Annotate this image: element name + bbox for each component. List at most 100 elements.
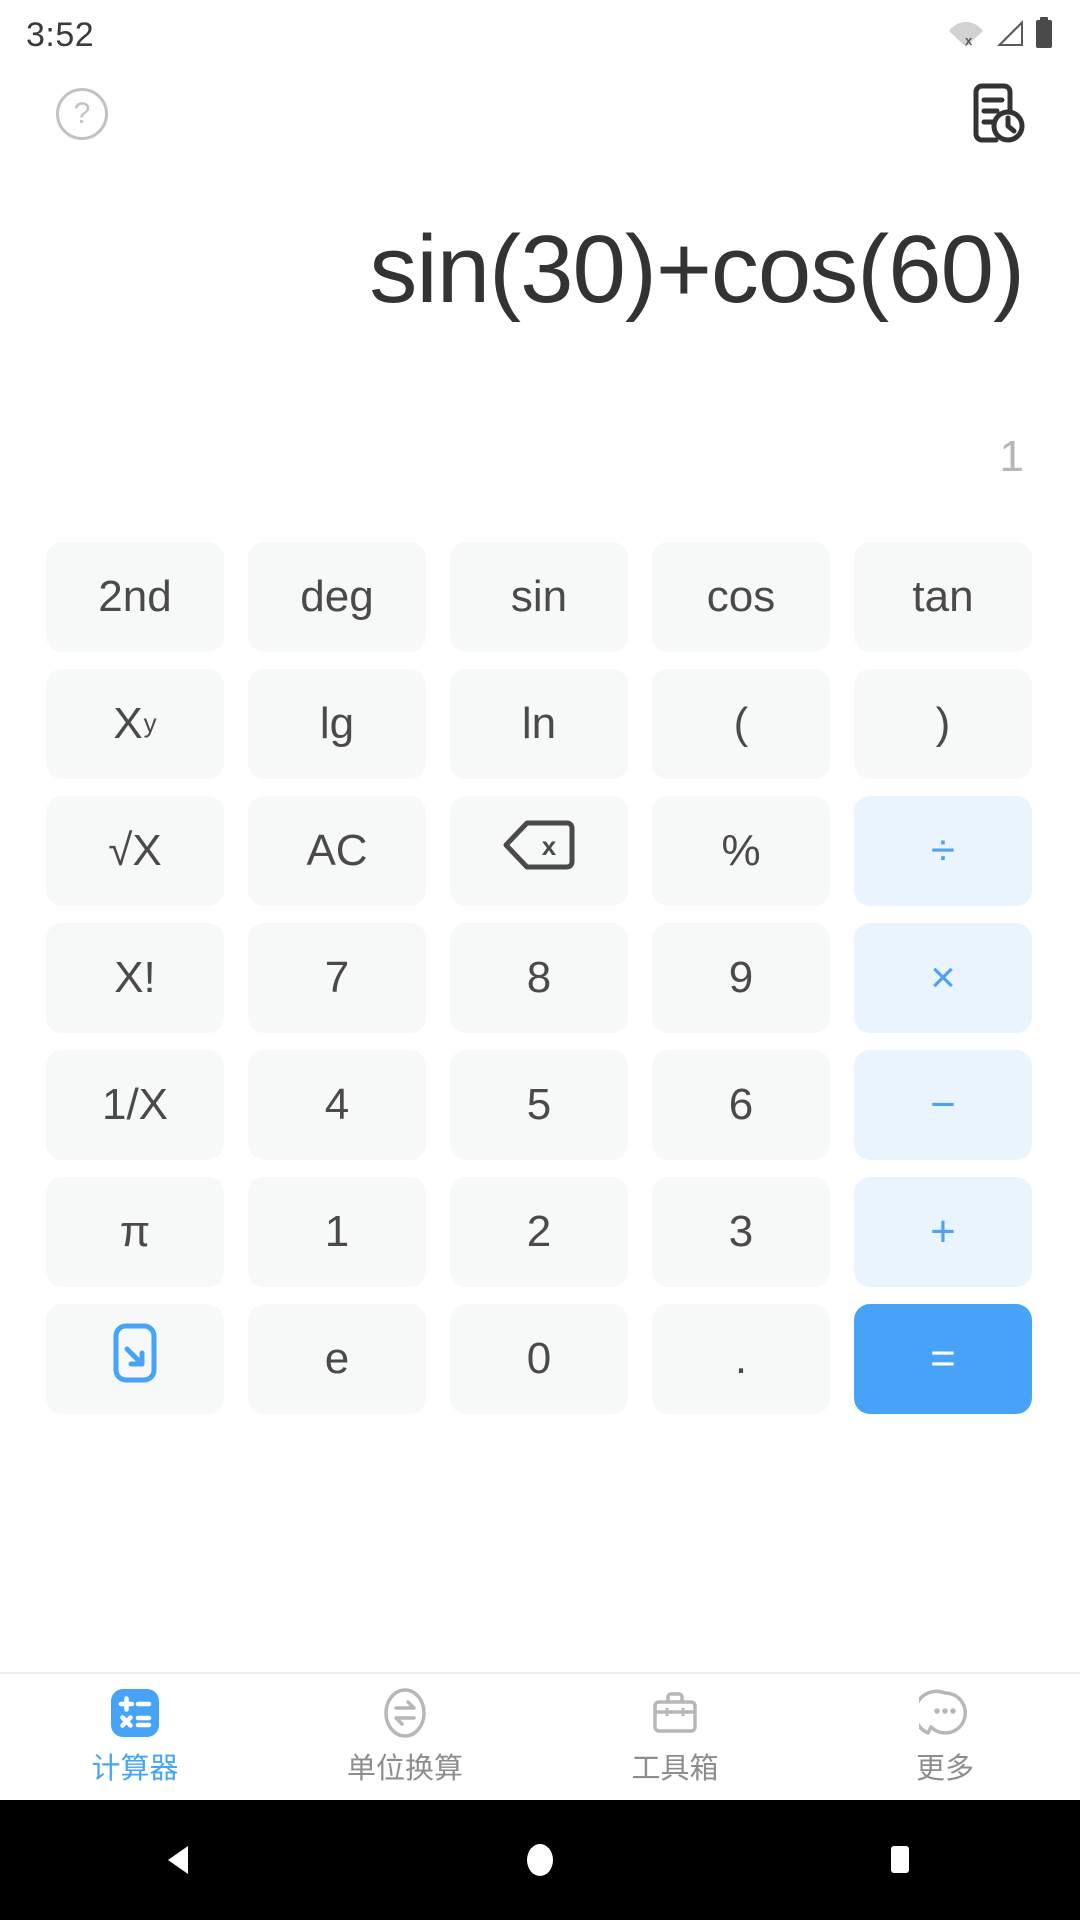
- tab-toolbox[interactable]: 工具箱: [540, 1673, 810, 1801]
- key-1[interactable]: 1: [248, 1176, 426, 1287]
- top-action-bar: ?: [0, 83, 1080, 164]
- key-label: 8: [526, 952, 552, 1002]
- key-9[interactable]: 9: [652, 922, 830, 1033]
- wifi-off-icon: x: [948, 18, 984, 53]
- key-8[interactable]: 8: [450, 922, 628, 1033]
- key-tan[interactable]: tan: [854, 541, 1032, 652]
- key-sin[interactable]: sin: [450, 541, 628, 652]
- calculator-app-screen: 3:52 x ? sin(30)+cos(60) 1 2nd deg sin c…: [0, 0, 1080, 1920]
- key-backspace[interactable]: x: [450, 795, 628, 906]
- status-bar-clock: 3:52: [26, 15, 95, 54]
- key-label: sin: [510, 571, 568, 621]
- key-label: 4: [324, 1079, 350, 1129]
- recents-square-icon[interactable]: [840, 1800, 960, 1920]
- key-deg[interactable]: deg: [248, 541, 426, 652]
- key-label: 9: [728, 952, 754, 1002]
- key-label: 1: [324, 1206, 350, 1256]
- key-7[interactable]: 7: [248, 922, 426, 1033]
- key-label: π: [119, 1206, 151, 1256]
- key-label: tan: [912, 571, 974, 621]
- key-label: 6: [728, 1079, 754, 1129]
- key-collapse-keypad[interactable]: [46, 1303, 224, 1414]
- backspace-icon: x: [503, 819, 575, 882]
- key-label: %: [721, 825, 761, 875]
- key-label: AC: [306, 825, 368, 875]
- key-label: ln: [521, 698, 557, 748]
- status-bar: 3:52 x: [0, 0, 1080, 70]
- key-2[interactable]: 2: [450, 1176, 628, 1287]
- tab-calculator[interactable]: 计算器: [0, 1673, 270, 1801]
- key-label: +: [930, 1206, 956, 1256]
- result-text: 1: [999, 432, 1024, 481]
- key-sqrt[interactable]: √X: [46, 795, 224, 906]
- help-question-mark: ?: [73, 97, 91, 130]
- key-decimal-point[interactable]: .: [652, 1303, 830, 1414]
- key-label: √X: [108, 825, 162, 875]
- key-4[interactable]: 4: [248, 1049, 426, 1160]
- toolbox-icon: [649, 1687, 701, 1739]
- key-e[interactable]: e: [248, 1303, 426, 1414]
- key-close-paren[interactable]: ): [854, 668, 1032, 779]
- status-bar-icons: x: [948, 16, 1054, 54]
- key-label: 5: [526, 1079, 552, 1129]
- home-circle-icon[interactable]: [480, 1800, 600, 1920]
- key-power[interactable]: Xy: [46, 668, 224, 779]
- help-circle-icon[interactable]: ?: [56, 88, 108, 140]
- key-percent[interactable]: %: [652, 795, 830, 906]
- more-bubble-icon: [919, 1687, 971, 1739]
- key-pi[interactable]: π: [46, 1176, 224, 1287]
- key-label: 7: [324, 952, 350, 1002]
- key-label: deg: [300, 571, 374, 621]
- key-3[interactable]: 3: [652, 1176, 830, 1287]
- key-cos[interactable]: cos: [652, 541, 830, 652]
- key-label: 2nd: [98, 571, 172, 621]
- key-add[interactable]: +: [854, 1176, 1032, 1287]
- key-factorial[interactable]: X!: [46, 922, 224, 1033]
- calculator-display[interactable]: sin(30)+cos(60) 1: [0, 210, 1080, 500]
- key-label: 3: [728, 1206, 754, 1256]
- key-ln[interactable]: ln: [450, 668, 628, 779]
- key-label: −: [930, 1079, 956, 1129]
- key-label: .: [734, 1333, 748, 1383]
- history-document-clock-icon[interactable]: [960, 78, 1032, 150]
- key-6[interactable]: 6: [652, 1049, 830, 1160]
- key-0[interactable]: 0: [450, 1303, 628, 1414]
- key-label: ÷: [930, 825, 956, 875]
- cellular-signal-icon: [993, 18, 1025, 53]
- tab-label: 更多: [915, 1753, 974, 1785]
- tab-more[interactable]: 更多: [810, 1673, 1080, 1801]
- key-label: e: [324, 1333, 350, 1383]
- key-5[interactable]: 5: [450, 1049, 628, 1160]
- expression-text: sin(30)+cos(60): [369, 216, 1025, 323]
- key-subtract[interactable]: −: [854, 1049, 1032, 1160]
- key-2nd[interactable]: 2nd: [46, 541, 224, 652]
- tab-label: 工具箱: [631, 1753, 719, 1785]
- key-label: 0: [526, 1333, 552, 1383]
- key-label: 2: [526, 1206, 552, 1256]
- key-all-clear[interactable]: AC: [248, 795, 426, 906]
- key-label: =: [930, 1333, 956, 1383]
- key-label: ×: [930, 952, 956, 1002]
- svg-text:x: x: [542, 831, 557, 861]
- key-multiply[interactable]: ×: [854, 922, 1032, 1033]
- tab-label: 计算器: [91, 1753, 179, 1785]
- unit-convert-icon: [379, 1687, 431, 1739]
- key-label: X!: [114, 952, 156, 1002]
- svg-text:x: x: [965, 33, 973, 48]
- back-triangle-icon[interactable]: [120, 1800, 240, 1920]
- key-label: ): [935, 698, 951, 748]
- key-open-paren[interactable]: (: [652, 668, 830, 779]
- battery-icon: [1034, 16, 1054, 54]
- key-equals[interactable]: =: [854, 1303, 1032, 1414]
- key-divide[interactable]: ÷: [854, 795, 1032, 906]
- key-lg[interactable]: lg: [248, 668, 426, 779]
- collapse-keypad-icon: [110, 1322, 160, 1395]
- key-label: X: [113, 698, 143, 748]
- calculator-icon: [109, 1687, 161, 1739]
- bottom-tab-bar: 计算器 单位换算 工具箱 更多: [0, 1672, 1080, 1800]
- tab-unit-conversion[interactable]: 单位换算: [270, 1673, 540, 1801]
- keypad-grid: 2nd deg sin cos tan Xy lg ln ( ) √X AC x…: [46, 533, 1034, 1422]
- key-reciprocal[interactable]: 1/X: [46, 1049, 224, 1160]
- key-label: lg: [319, 698, 355, 748]
- key-label: cos: [706, 571, 776, 621]
